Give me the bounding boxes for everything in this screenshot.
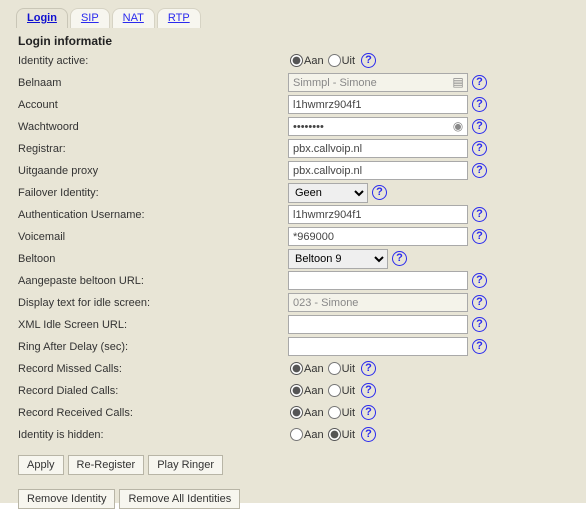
tab-login[interactable]: Login: [16, 8, 68, 28]
remove-all-identities-button[interactable]: Remove All Identities: [119, 489, 240, 509]
label-display-text: Display text for idle screen:: [18, 297, 288, 309]
rec-received-radio[interactable]: Aan Uit: [288, 406, 357, 419]
label-aangepaste-url: Aangepaste beltoon URL:: [18, 275, 288, 287]
label-wachtwoord: Wachtwoord: [18, 121, 288, 133]
ring-after-input[interactable]: [288, 337, 468, 356]
contact-card-icon: ▤: [451, 75, 465, 89]
tab-nat[interactable]: NAT: [112, 8, 155, 28]
help-icon[interactable]: ?: [372, 185, 387, 200]
label-hidden: Identity is hidden:: [18, 429, 288, 441]
belnaam-input[interactable]: [288, 73, 468, 92]
identity-active-uit[interactable]: [328, 54, 341, 67]
radio-aan-label: Aan: [304, 363, 324, 375]
help-icon[interactable]: ?: [361, 405, 376, 420]
label-rec-missed: Record Missed Calls:: [18, 363, 288, 375]
rec-missed-aan[interactable]: [290, 362, 303, 375]
hidden-aan[interactable]: [290, 428, 303, 441]
radio-uit-label: Uit: [342, 407, 355, 419]
rec-missed-radio[interactable]: Aan Uit: [288, 362, 357, 375]
help-icon[interactable]: ?: [361, 427, 376, 442]
remove-identity-button[interactable]: Remove Identity: [18, 489, 115, 509]
rec-missed-uit[interactable]: [328, 362, 341, 375]
help-icon[interactable]: ?: [472, 97, 487, 112]
rec-received-aan[interactable]: [290, 406, 303, 419]
button-row-1: Apply Re-Register Play Ringer: [18, 455, 574, 475]
label-xml-idle: XML Idle Screen URL:: [18, 319, 288, 331]
help-icon[interactable]: ?: [361, 53, 376, 68]
hidden-radio[interactable]: Aan Uit: [288, 428, 357, 441]
form: Identity active: Aan Uit ? Belnaam ▤ ?: [12, 50, 574, 445]
label-auth-user: Authentication Username:: [18, 209, 288, 221]
label-rec-dialed: Record Dialed Calls:: [18, 385, 288, 397]
help-icon[interactable]: ?: [472, 339, 487, 354]
display-text-input[interactable]: [288, 293, 468, 312]
help-icon[interactable]: ?: [472, 141, 487, 156]
label-belnaam: Belnaam: [18, 77, 288, 89]
radio-uit-label: Uit: [342, 363, 355, 375]
voicemail-input[interactable]: [288, 227, 468, 246]
radio-aan-label: Aan: [304, 429, 324, 441]
reregister-button[interactable]: Re-Register: [68, 455, 145, 475]
account-input[interactable]: [288, 95, 468, 114]
label-rec-received: Record Received Calls:: [18, 407, 288, 419]
label-proxy: Uitgaande proxy: [18, 165, 288, 177]
tab-sip[interactable]: SIP: [70, 8, 110, 28]
radio-uit-label: Uit: [342, 55, 355, 67]
help-icon[interactable]: ?: [472, 295, 487, 310]
eye-icon[interactable]: ◉: [451, 119, 465, 133]
play-ringer-button[interactable]: Play Ringer: [148, 455, 223, 475]
button-row-2: Remove Identity Remove All Identities: [18, 489, 574, 509]
identity-active-aan[interactable]: [290, 54, 303, 67]
rec-received-uit[interactable]: [328, 406, 341, 419]
page-container: Login SIP NAT RTP Login informatie Ident…: [0, 0, 586, 503]
aangepaste-url-input[interactable]: [288, 271, 468, 290]
label-beltoon: Beltoon: [18, 253, 288, 265]
help-icon[interactable]: ?: [472, 163, 487, 178]
label-ring-after: Ring After Delay (sec):: [18, 341, 288, 353]
rec-dialed-aan[interactable]: [290, 384, 303, 397]
help-icon[interactable]: ?: [472, 317, 487, 332]
radio-aan-label: Aan: [304, 55, 324, 67]
failover-select[interactable]: Geen: [288, 183, 368, 203]
help-icon[interactable]: ?: [472, 119, 487, 134]
identity-active-radio[interactable]: Aan Uit: [288, 54, 357, 67]
beltoon-select[interactable]: Beltoon 9: [288, 249, 388, 269]
registrar-input[interactable]: [288, 139, 468, 158]
radio-uit-label: Uit: [342, 385, 355, 397]
proxy-input[interactable]: [288, 161, 468, 180]
hidden-uit[interactable]: [328, 428, 341, 441]
tab-bar: Login SIP NAT RTP: [16, 8, 574, 28]
help-icon[interactable]: ?: [472, 273, 487, 288]
help-icon[interactable]: ?: [472, 75, 487, 90]
label-identity-active: Identity active:: [18, 55, 288, 67]
label-registrar: Registrar:: [18, 143, 288, 155]
help-icon[interactable]: ?: [361, 361, 376, 376]
rec-dialed-radio[interactable]: Aan Uit: [288, 384, 357, 397]
help-icon[interactable]: ?: [392, 251, 407, 266]
auth-user-input[interactable]: [288, 205, 468, 224]
help-icon[interactable]: ?: [472, 229, 487, 244]
label-account: Account: [18, 99, 288, 111]
rec-dialed-uit[interactable]: [328, 384, 341, 397]
help-icon[interactable]: ?: [472, 207, 487, 222]
tab-rtp[interactable]: RTP: [157, 8, 201, 28]
section-title: Login informatie: [18, 34, 574, 48]
apply-button[interactable]: Apply: [18, 455, 64, 475]
label-failover: Failover Identity:: [18, 187, 288, 199]
label-voicemail: Voicemail: [18, 231, 288, 243]
radio-uit-label: Uit: [342, 429, 355, 441]
radio-aan-label: Aan: [304, 407, 324, 419]
wachtwoord-input[interactable]: [288, 117, 468, 136]
help-icon[interactable]: ?: [361, 383, 376, 398]
xml-idle-input[interactable]: [288, 315, 468, 334]
radio-aan-label: Aan: [304, 385, 324, 397]
